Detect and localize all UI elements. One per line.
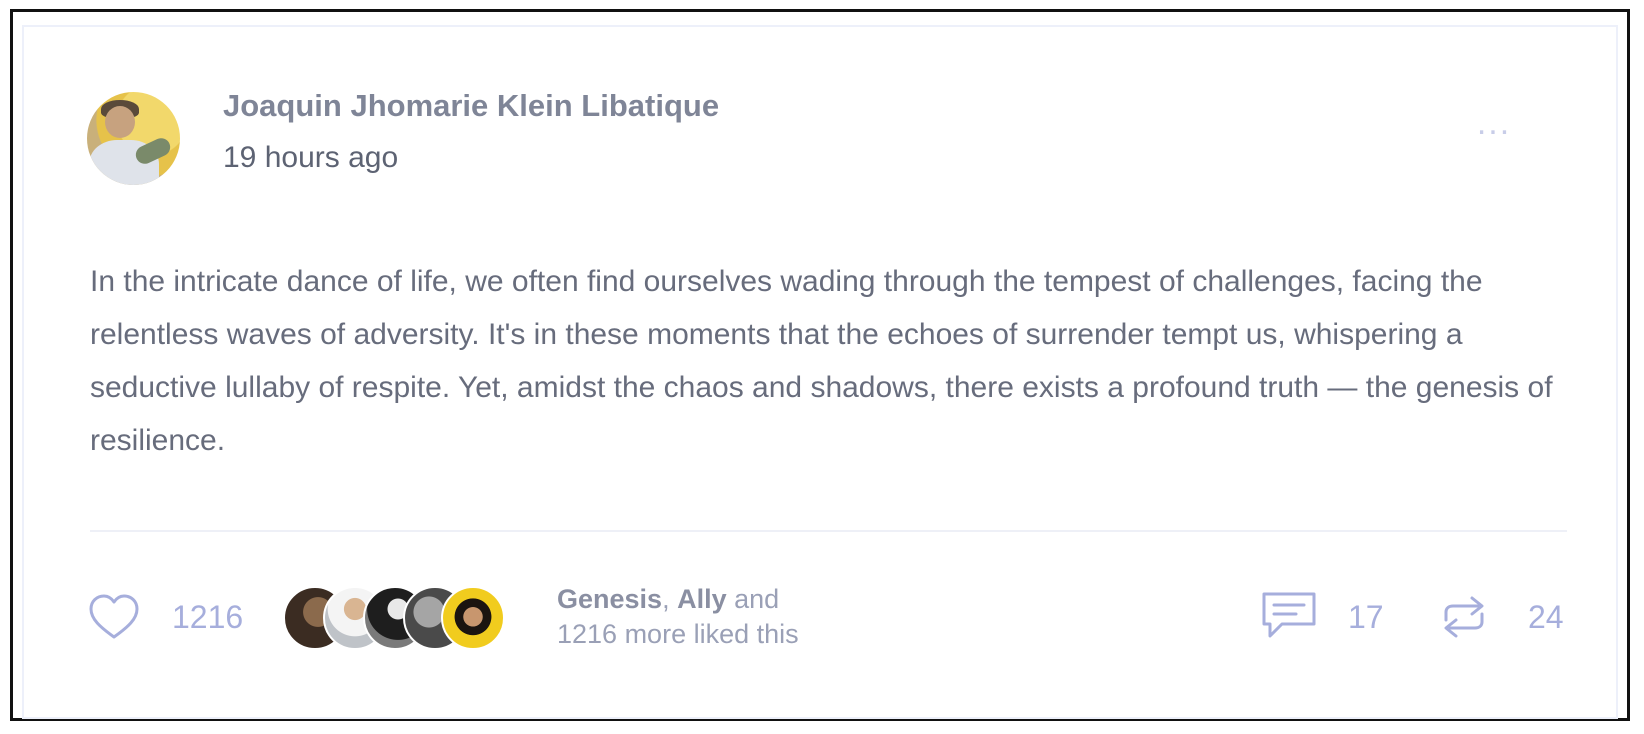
liker-suffix: and <box>726 584 780 614</box>
liker-avatar <box>441 586 505 650</box>
heart-outline-icon[interactable] <box>88 593 140 643</box>
post-timestamp: 19 hours ago <box>223 141 399 174</box>
liker-separator: , <box>662 584 678 614</box>
liked-by-summary[interactable]: Genesis, Ally and 1216 more liked this <box>557 582 799 652</box>
liker-name[interactable]: Ally <box>677 584 727 614</box>
liked-more-text: 1216 more liked this <box>557 619 799 649</box>
divider <box>90 530 1567 532</box>
share-count: 24 <box>1528 599 1564 635</box>
liker-name[interactable]: Genesis <box>557 584 662 614</box>
avatar-head <box>105 106 135 138</box>
more-horizontal-icon[interactable]: ... <box>1469 106 1519 140</box>
like-count: 1216 <box>172 599 244 635</box>
comment-count: 17 <box>1348 599 1384 635</box>
liker-avatars[interactable] <box>283 586 523 652</box>
repost-arrows-icon[interactable] <box>1432 592 1496 642</box>
comment-icon[interactable] <box>1260 590 1318 642</box>
author-avatar[interactable] <box>87 92 180 185</box>
liked-by-names: Genesis, Ally and <box>557 582 799 617</box>
post-body: In the intricate dance of life, we often… <box>90 265 1553 457</box>
author-name[interactable]: Joaquin Jhomarie Klein Libatique <box>223 88 719 124</box>
